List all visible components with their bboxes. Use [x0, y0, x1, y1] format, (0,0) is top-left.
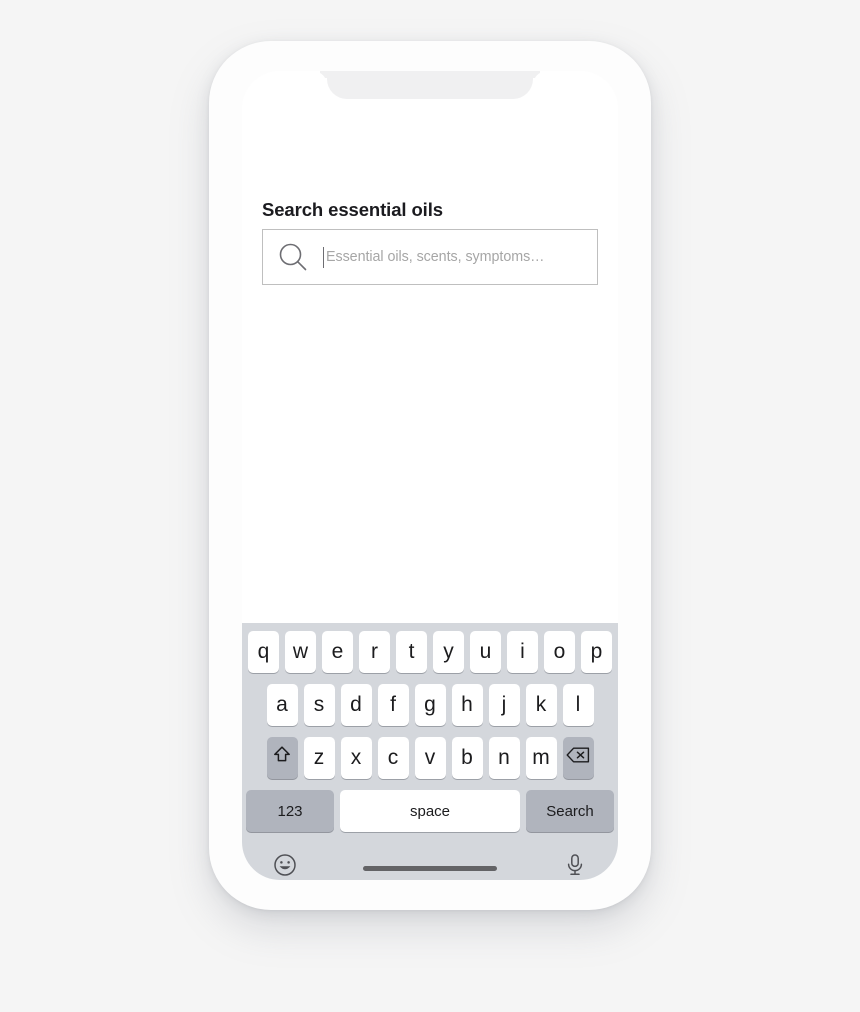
backspace-key[interactable] [562, 737, 594, 779]
key-l[interactable]: l [562, 684, 594, 726]
key-s[interactable]: s [303, 684, 335, 726]
key-a[interactable]: a [266, 684, 298, 726]
key-d[interactable]: d [340, 684, 372, 726]
keyboard-row-3: z x c v b n m [242, 737, 618, 779]
keyboard-row-1: q w e r t y u i o p [242, 631, 618, 673]
key-o[interactable]: o [544, 631, 575, 673]
search-icon [263, 240, 323, 274]
backspace-icon [565, 745, 591, 771]
microphone-icon[interactable] [560, 850, 590, 880]
screenshot-canvas: Search essential oils Essential oils, sc… [0, 0, 860, 1012]
keyboard-utility-row [242, 840, 618, 880]
key-h[interactable]: h [451, 684, 483, 726]
key-e[interactable]: e [322, 631, 353, 673]
key-y[interactable]: y [433, 631, 464, 673]
phone-screen: Search essential oils Essential oils, sc… [242, 71, 618, 880]
shift-icon [271, 744, 293, 772]
key-f[interactable]: f [377, 684, 409, 726]
shift-key[interactable] [266, 737, 298, 779]
search-placeholder: Essential oils, scents, symptoms… [326, 249, 545, 265]
app-content: Search essential oils Essential oils, sc… [242, 71, 618, 623]
keyboard-row-2: a s d f g h j k l [242, 684, 618, 726]
key-u[interactable]: u [470, 631, 501, 673]
key-w[interactable]: w [285, 631, 316, 673]
key-r[interactable]: r [359, 631, 390, 673]
phone-frame: Search essential oils Essential oils, sc… [209, 41, 651, 910]
key-q[interactable]: q [248, 631, 279, 673]
keyboard-row-4: 123 space Search [242, 790, 618, 832]
search-input-container[interactable]: Essential oils, scents, symptoms… [262, 229, 598, 285]
key-n[interactable]: n [488, 737, 520, 779]
search-action-key[interactable]: Search [526, 790, 614, 832]
key-p[interactable]: p [581, 631, 612, 673]
key-g[interactable]: g [414, 684, 446, 726]
key-k[interactable]: k [525, 684, 557, 726]
key-v[interactable]: v [414, 737, 446, 779]
page-title: Search essential oils [262, 199, 443, 220]
numeric-key[interactable]: 123 [246, 790, 334, 832]
key-x[interactable]: x [340, 737, 372, 779]
device-notch [327, 71, 533, 99]
key-m[interactable]: m [525, 737, 557, 779]
key-t[interactable]: t [396, 631, 427, 673]
onscreen-keyboard: q w e r t y u i o p a s d f g h j k l z … [242, 623, 618, 880]
home-indicator[interactable] [363, 866, 497, 871]
emoji-icon[interactable] [270, 850, 300, 880]
search-field[interactable]: Essential oils, scents, symptoms… [323, 230, 597, 284]
key-i[interactable]: i [507, 631, 538, 673]
key-c[interactable]: c [377, 737, 409, 779]
key-z[interactable]: z [303, 737, 335, 779]
key-b[interactable]: b [451, 737, 483, 779]
key-j[interactable]: j [488, 684, 520, 726]
space-key[interactable]: space [340, 790, 520, 832]
